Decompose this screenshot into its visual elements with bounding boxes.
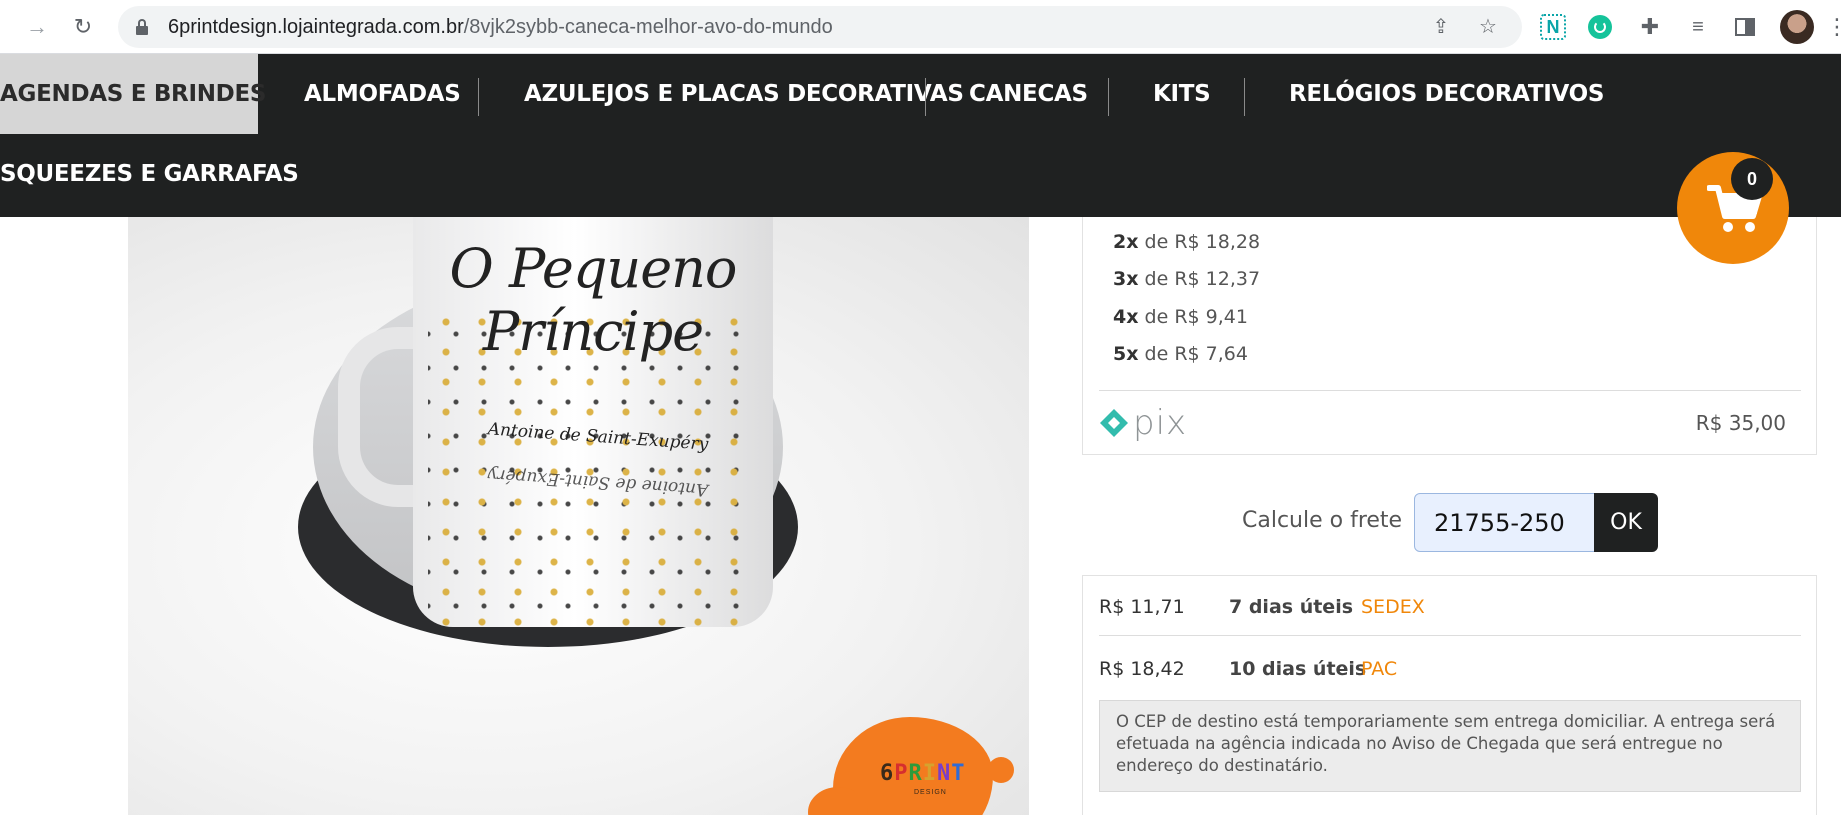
url-text[interactable]: 6printdesign.lojaintegrada.com.br/8vjk2s… <box>168 16 833 39</box>
url-host: 6printdesign.lojaintegrada.com.br <box>168 16 464 38</box>
address-bar[interactable]: 6printdesign.lojaintegrada.com.br/8vjk2s… <box>118 6 1522 48</box>
ok-button[interactable]: OK <box>1594 493 1658 552</box>
nav-separator <box>1108 78 1109 116</box>
nav-separator <box>1244 78 1245 116</box>
divider <box>1099 390 1801 391</box>
category-nav: AGENDAS E BRINDES ALMOFADAS AZULEJOS E P… <box>0 54 1841 217</box>
nav-item-almofadas[interactable]: ALMOFADAS <box>304 54 461 134</box>
shipping-days: 7 dias úteis <box>1229 596 1354 618</box>
nav-item-canecas[interactable]: CANECAS <box>969 54 1088 134</box>
shipping-notice: O CEP de destino está temporariamente se… <box>1099 700 1801 792</box>
pix-icon <box>1100 409 1128 437</box>
media-icon[interactable]: ≡ <box>1683 12 1713 42</box>
shipping-option-row: R$ 18,42 10 dias úteis PAC <box>1099 638 1801 698</box>
nav-item-azulejos[interactable]: AZULEJOS E PLACAS DECORATIVAS <box>524 54 964 134</box>
mug-title: O Pequeno Príncipe <box>449 237 738 363</box>
shipping-method: SEDEX <box>1361 596 1425 618</box>
side-panel-icon[interactable] <box>1730 12 1760 42</box>
nav-item-agendas[interactable]: AGENDAS E BRINDES <box>0 54 266 134</box>
browser-toolbar: → ↻ 6printdesign.lojaintegrada.com.br/8v… <box>0 0 1841 54</box>
pix-label: pix <box>1133 403 1188 443</box>
star-icon[interactable]: ☆ <box>1475 14 1501 40</box>
pix-price: R$ 35,00 <box>1695 411 1786 435</box>
reload-icon[interactable]: ↻ <box>68 12 98 42</box>
lock-icon[interactable] <box>136 19 148 35</box>
shipping-price: R$ 18,42 <box>1099 658 1185 680</box>
share-icon[interactable]: ⇪ <box>1428 14 1454 40</box>
cep-input[interactable] <box>1414 493 1596 552</box>
shipping-results: R$ 11,71 7 dias úteis SEDEX R$ 18,42 10 … <box>1082 575 1817 815</box>
forward-icon[interactable]: → <box>22 12 52 42</box>
brand-logo: 6PRINT <box>880 761 966 786</box>
extension-n-icon[interactable]: N <box>1540 14 1566 40</box>
profile-avatar[interactable] <box>1780 10 1814 44</box>
url-path: /8vjk2sybb-caneca-melhor-avo-do-mundo <box>463 16 833 38</box>
shipping-price: R$ 11,71 <box>1099 596 1185 618</box>
cart-count-badge: 0 <box>1731 158 1773 200</box>
shipping-method: PAC <box>1361 658 1398 680</box>
brand-logo-splash-drop <box>988 757 1014 783</box>
nav-item-kits[interactable]: KITS <box>1153 54 1211 134</box>
shipping-option-row: R$ 11,71 7 dias úteis SEDEX <box>1099 576 1801 636</box>
grammarly-icon[interactable] <box>1585 12 1615 42</box>
nav-item-relogios[interactable]: RELÓGIOS DECORATIVOS <box>1289 54 1604 134</box>
installments-panel: 2x de R$ 18,28 3x de R$ 12,37 4x de R$ 9… <box>1082 217 1817 455</box>
nav-item-squeezes[interactable]: SQUEEZES E GARRAFAS <box>0 134 299 214</box>
nav-separator <box>478 78 479 116</box>
menu-icon[interactable]: ⋮ <box>1826 12 1841 42</box>
installment-row: 5x de R$ 7,64 <box>1113 343 1248 365</box>
nav-separator <box>925 78 926 116</box>
installment-row: 2x de R$ 18,28 <box>1113 231 1261 253</box>
installment-row: 3x de R$ 12,37 <box>1113 268 1261 290</box>
product-image[interactable]: O Pequeno Príncipe Antoine de Saint-Exup… <box>128 217 1029 815</box>
brand-logo-subtitle: DESIGN <box>914 789 947 796</box>
installment-row: 4x de R$ 9,41 <box>1113 306 1248 328</box>
shipping-label: Calcule o frete <box>1242 508 1403 533</box>
shipping-days: 10 dias úteis <box>1229 658 1367 680</box>
puzzle-icon[interactable]: ✚ <box>1635 12 1665 42</box>
